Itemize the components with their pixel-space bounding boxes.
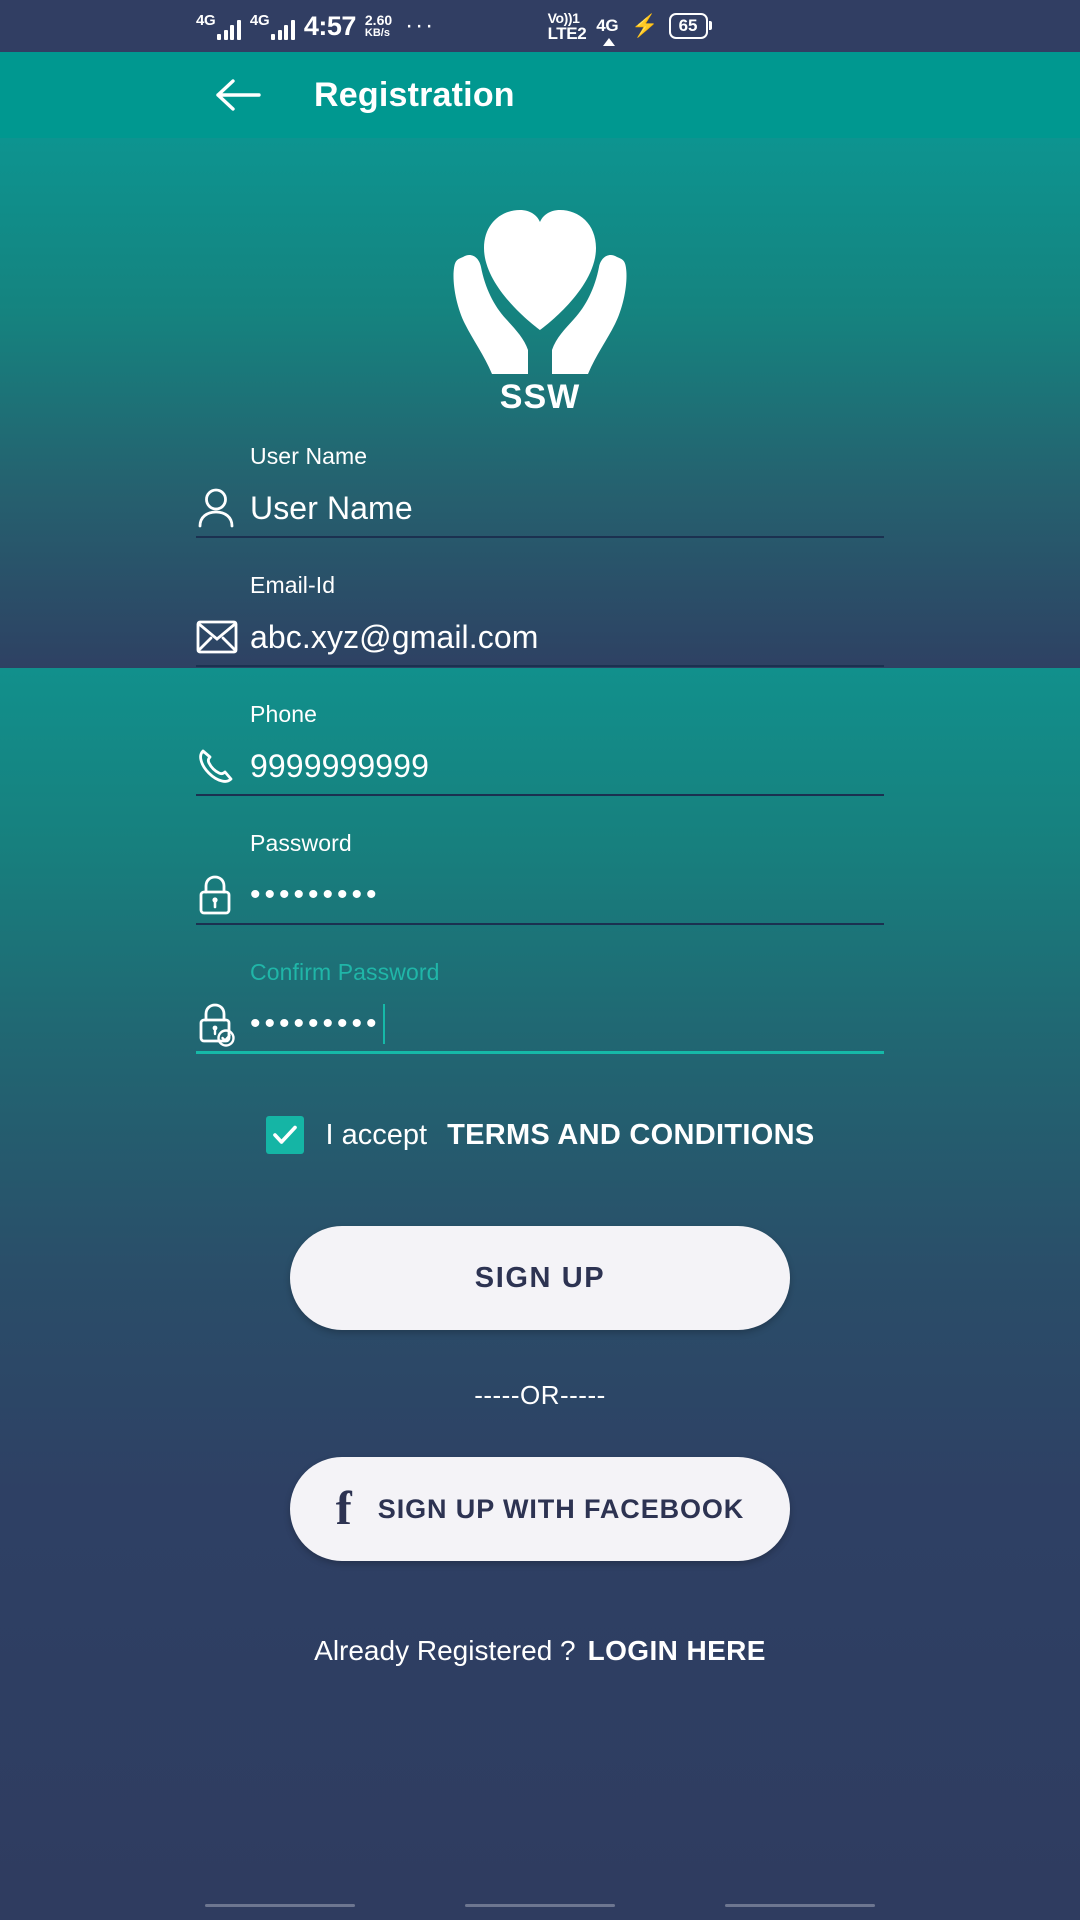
field-password-label: Password (250, 830, 352, 856)
field-confirm-password-label: Confirm Password (250, 959, 440, 985)
page-title: Registration (314, 75, 515, 114)
navigation-hint-bar (0, 1904, 1080, 1920)
registration-screen: 4G 4G 4:57 2.60 KB/s ··· Vo))1 LTE2 4G ⚡… (0, 0, 1080, 1920)
field-password-value: ••••••••• (250, 878, 381, 911)
field-confirm-password: Confirm Password ••••••••• (196, 959, 884, 1054)
charging-bolt-icon: ⚡ (631, 13, 659, 38)
field-phone-label: Phone (250, 701, 318, 727)
text-cursor (382, 1003, 385, 1044)
field-confirm-password-value: ••••••••• (250, 1006, 381, 1040)
app-logo-text: SSW (499, 378, 581, 416)
app-logo: SSW (0, 178, 1080, 417)
nav-hint-center (465, 1904, 615, 1907)
signup-button[interactable]: SIGN UP (290, 1226, 790, 1330)
heart-in-hands-icon (453, 210, 627, 374)
field-username: User Name User Name (196, 443, 884, 538)
signal-label-sim1: 4G (196, 11, 216, 29)
or-separator: -----OR----- (474, 1380, 606, 1410)
battery-indicator: 65 (668, 12, 712, 40)
signal-bars-sim1-icon (217, 18, 241, 40)
terms-checkbox[interactable] (265, 1116, 304, 1154)
data-rate-indicator: 2.60 KB/s (365, 13, 392, 39)
nav-hint-left (205, 1904, 355, 1907)
status-bar-right: Vo))1 LTE2 4G ⚡ 65 (548, 11, 712, 46)
login-here-link[interactable]: LOGIN HERE (588, 1635, 766, 1667)
checkmark-icon (272, 1125, 297, 1144)
field-username-label: User Name (250, 443, 368, 469)
scroll-container[interactable]: SSW User Name User Name Email-Id abc.xyz… (0, 138, 1080, 1920)
envelope-icon (196, 620, 250, 654)
phone-icon (196, 746, 250, 786)
network-type-label: 4G (596, 16, 619, 35)
volte-indicator: Vo))1 LTE2 (548, 11, 587, 42)
field-confirm-password-row[interactable]: ••••••••• (196, 996, 884, 1054)
notification-overflow-icon: ··· (405, 11, 436, 39)
status-bar: 4G 4G 4:57 2.60 KB/s ··· Vo))1 LTE2 4G ⚡… (0, 0, 1080, 52)
field-phone: Phone 9999999999 (196, 701, 884, 796)
signal-indicator-sim2: 4G (250, 13, 295, 40)
signal-label-sim2: 4G (249, 11, 270, 29)
terms-accept-label: I accept (325, 1118, 428, 1151)
person-icon (196, 487, 250, 529)
status-bar-clock: 4:57 (303, 10, 357, 41)
field-email-label: Email-Id (250, 572, 336, 598)
data-rate-unit: KB/s (364, 26, 390, 39)
field-email-value: abc.xyz@gmail.com (250, 618, 539, 655)
form-content: SSW User Name User Name Email-Id abc.xyz… (0, 138, 1080, 1667)
volte-top-label: Vo))1 (547, 9, 580, 26)
field-email-row[interactable]: abc.xyz@gmail.com (196, 609, 884, 667)
field-password: Password ••••••••• (196, 830, 884, 925)
field-email: Email-Id abc.xyz@gmail.com (196, 572, 884, 667)
status-bar-left: 4G 4G 4:57 2.60 KB/s ··· (196, 10, 436, 41)
data-activity-icon (603, 38, 616, 46)
field-password-row[interactable]: ••••••••• (196, 867, 884, 925)
registration-form: User Name User Name Email-Id abc.xyz@gma… (196, 443, 884, 1054)
signup-with-facebook-label: SIGN UP WITH FACEBOOK (377, 1493, 745, 1524)
already-registered-label: Already Registered ? (314, 1635, 576, 1666)
signal-indicator-sim1: 4G (196, 13, 241, 40)
signup-with-facebook-button[interactable]: f SIGN UP WITH FACEBOOK (290, 1457, 790, 1561)
field-phone-value: 9999999999 (250, 747, 429, 784)
login-prompt: Already Registered ? LOGIN HERE (0, 1635, 1080, 1667)
back-button[interactable] (204, 60, 274, 130)
signal-bars-sim2-icon (271, 18, 295, 40)
terms-and-conditions-link[interactable]: TERMS AND CONDITIONS (447, 1119, 814, 1152)
lock-check-icon (196, 1001, 250, 1047)
arrow-left-icon (216, 79, 261, 111)
battery-level-label: 65 (668, 12, 708, 40)
facebook-f-icon: f (335, 1481, 352, 1535)
volte-bottom-label: LTE2 (547, 23, 587, 43)
field-username-value: User Name (250, 489, 413, 526)
field-phone-row[interactable]: 9999999999 (196, 738, 884, 796)
nav-hint-right (725, 1904, 875, 1907)
lock-icon (196, 873, 250, 917)
terms-row: I accept TERMS AND CONDITIONS (0, 1116, 1080, 1154)
field-username-row[interactable]: User Name (196, 480, 884, 538)
battery-tip-icon (709, 21, 712, 31)
network-type-indicator: 4G (596, 16, 621, 46)
signup-button-label: SIGN UP (474, 1261, 606, 1294)
app-bar: Registration (0, 52, 1080, 138)
data-rate-value: 2.60 (364, 11, 393, 28)
